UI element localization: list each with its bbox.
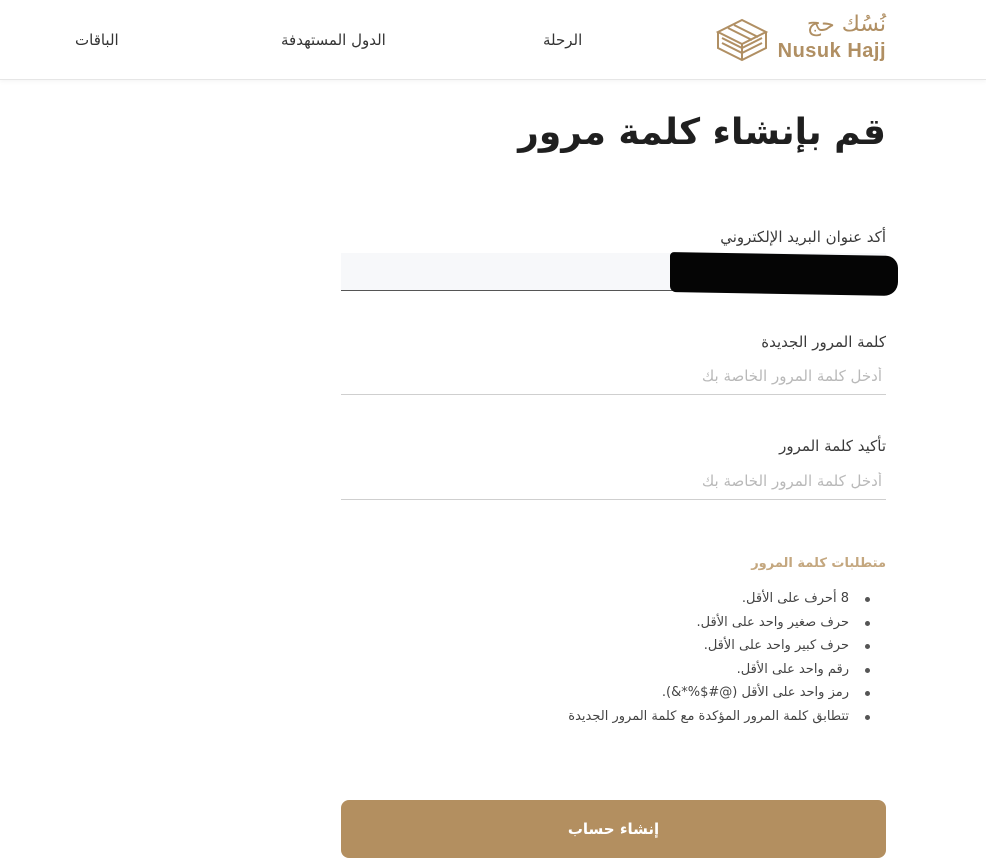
- page-title: قم بإنشاء كلمة مرور: [518, 112, 886, 153]
- requirement-text: حرف صغير واحد على الأقل.: [696, 614, 849, 630]
- top-header: نُسُك حج Nusuk Hajj الرحلة الدول المستهد…: [0, 0, 986, 80]
- new-password-field[interactable]: [341, 357, 886, 395]
- requirement-item: رمز واحد على الأقل (@#$%*&).: [568, 681, 870, 705]
- redacted-email-mark: [670, 252, 898, 296]
- requirement-text: رمز واحد على الأقل (@#$%*&).: [661, 685, 849, 700]
- requirement-item: رقم واحد على الأقل.: [568, 658, 870, 682]
- confirm-password-label: تأكيد كلمة المرور: [779, 437, 886, 455]
- requirement-item: حرف صغير واحد على الأقل.: [568, 611, 870, 635]
- email-label: أكد عنوان البريد الإلكتروني: [720, 228, 886, 246]
- bullet-icon: [865, 597, 870, 602]
- nav-item-target-countries[interactable]: الدول المستهدفة: [281, 31, 386, 49]
- kaaba-logo-icon: [715, 18, 769, 62]
- nav-item-packages[interactable]: الباقات: [75, 31, 119, 49]
- requirement-text: حرف كبير واحد على الأقل.: [703, 638, 849, 653]
- create-account-button[interactable]: إنشاء حساب: [341, 800, 886, 858]
- requirement-text: 8 أحرف على الأقل.: [741, 591, 849, 606]
- nusuk-hajj-logo[interactable]: نُسُك حج Nusuk Hajj: [714, 12, 886, 68]
- confirm-password-field[interactable]: [341, 462, 886, 500]
- requirement-item: حرف كبير واحد على الأقل.: [568, 634, 870, 658]
- bullet-icon: [865, 620, 870, 626]
- bullet-icon: [865, 691, 870, 696]
- requirement-item: تتطابق كلمة المرور المؤكدة مع كلمة المرو…: [568, 705, 870, 729]
- requirement-text: رقم واحد على الأقل.: [736, 661, 849, 677]
- nav-item-journey[interactable]: الرحلة: [543, 31, 582, 49]
- new-password-label: كلمة المرور الجديدة: [761, 333, 886, 351]
- requirement-item: 8 أحرف على الأقل.: [568, 587, 870, 611]
- logo-english-text: Nusuk Hajj: [777, 40, 886, 62]
- requirement-text: تتطابق كلمة المرور المؤكدة مع كلمة المرو…: [568, 708, 849, 724]
- logo-arabic-text: نُسُك حج: [806, 12, 886, 37]
- bullet-icon: [865, 714, 870, 720]
- password-requirements-title: متطلبات كلمة المرور: [751, 556, 886, 571]
- password-requirements-list: 8 أحرف على الأقل. حرف صغير واحد على الأق…: [568, 587, 870, 728]
- bullet-icon: [865, 667, 870, 673]
- bullet-icon: [865, 644, 870, 649]
